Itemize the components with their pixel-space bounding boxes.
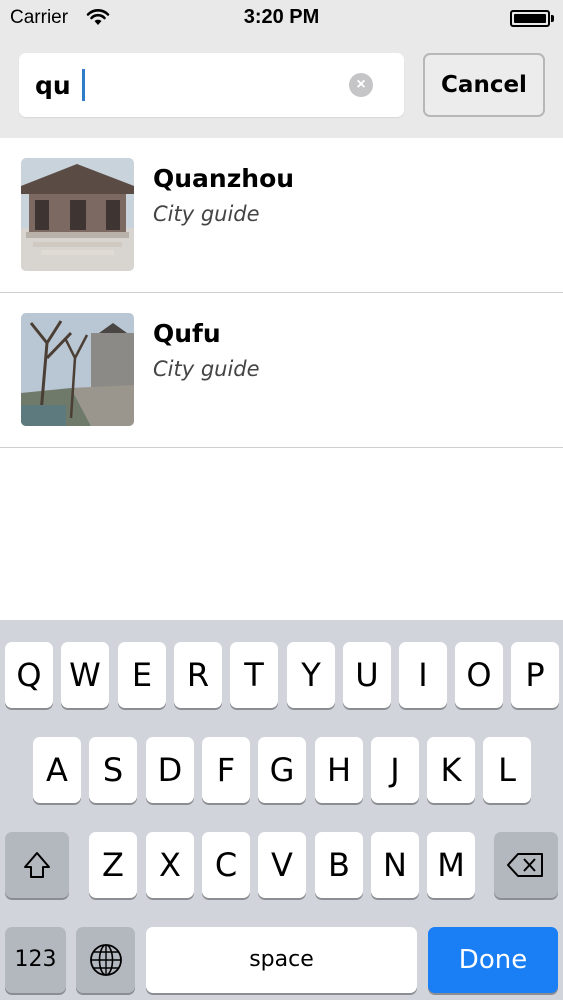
key-g[interactable]: G <box>258 737 306 803</box>
key-j[interactable]: J <box>371 737 419 803</box>
key-s[interactable]: S <box>89 737 137 803</box>
key-v[interactable]: V <box>258 832 306 898</box>
cancel-button[interactable]: Cancel <box>423 53 545 117</box>
key-b[interactable]: B <box>315 832 363 898</box>
result-subtitle: City guide <box>153 202 260 226</box>
key-l[interactable]: L <box>483 737 531 803</box>
key-k[interactable]: K <box>427 737 475 803</box>
done-button[interactable]: Done <box>428 927 558 993</box>
key-e[interactable]: E <box>118 642 166 708</box>
shift-icon <box>24 852 50 878</box>
search-query: qu <box>35 71 71 100</box>
text-caret <box>82 69 85 101</box>
result-title: Qufu <box>153 319 221 348</box>
keyboard: Q W E R T Y U I O P A S D F G H J K L Z … <box>0 620 563 1000</box>
key-c[interactable]: C <box>202 832 250 898</box>
key-h[interactable]: H <box>315 737 363 803</box>
results-list: Quanzhou City guide Qufu City guide <box>0 138 563 448</box>
backspace-icon <box>507 853 543 877</box>
key-d[interactable]: D <box>146 737 194 803</box>
key-p[interactable]: P <box>511 642 559 708</box>
key-y[interactable]: Y <box>287 642 335 708</box>
key-f[interactable]: F <box>202 737 250 803</box>
delete-key[interactable] <box>494 832 558 898</box>
key-m[interactable]: M <box>427 832 475 898</box>
shift-key[interactable] <box>5 832 69 898</box>
battery-icon <box>510 10 554 28</box>
globe-icon <box>89 944 122 976</box>
list-item[interactable]: Quanzhou City guide <box>0 138 563 293</box>
result-title: Quanzhou <box>153 164 295 193</box>
key-t[interactable]: T <box>230 642 278 708</box>
riverside-photo-icon <box>21 313 134 426</box>
temple-photo-icon <box>21 158 134 271</box>
key-n[interactable]: N <box>371 832 419 898</box>
key-o[interactable]: O <box>455 642 503 708</box>
search-input[interactable]: qu × <box>19 53 404 117</box>
clock: 3:20 PM <box>243 6 320 28</box>
numbers-key[interactable]: 123 <box>5 927 66 993</box>
result-subtitle: City guide <box>153 357 260 381</box>
space-key[interactable]: space <box>146 927 417 993</box>
key-z[interactable]: Z <box>89 832 137 898</box>
key-q[interactable]: Q <box>5 642 53 708</box>
key-u[interactable]: U <box>343 642 391 708</box>
status-bar: Carrier 3:20 PM <box>0 0 563 36</box>
key-i[interactable]: I <box>399 642 447 708</box>
key-r[interactable]: R <box>174 642 222 708</box>
key-w[interactable]: W <box>61 642 109 708</box>
clear-icon[interactable]: × <box>349 73 373 97</box>
key-x[interactable]: X <box>146 832 194 898</box>
search-header: qu × Cancel <box>0 36 563 138</box>
list-item[interactable]: Qufu City guide <box>0 293 563 448</box>
key-a[interactable]: A <box>33 737 81 803</box>
globe-key[interactable] <box>76 927 135 993</box>
